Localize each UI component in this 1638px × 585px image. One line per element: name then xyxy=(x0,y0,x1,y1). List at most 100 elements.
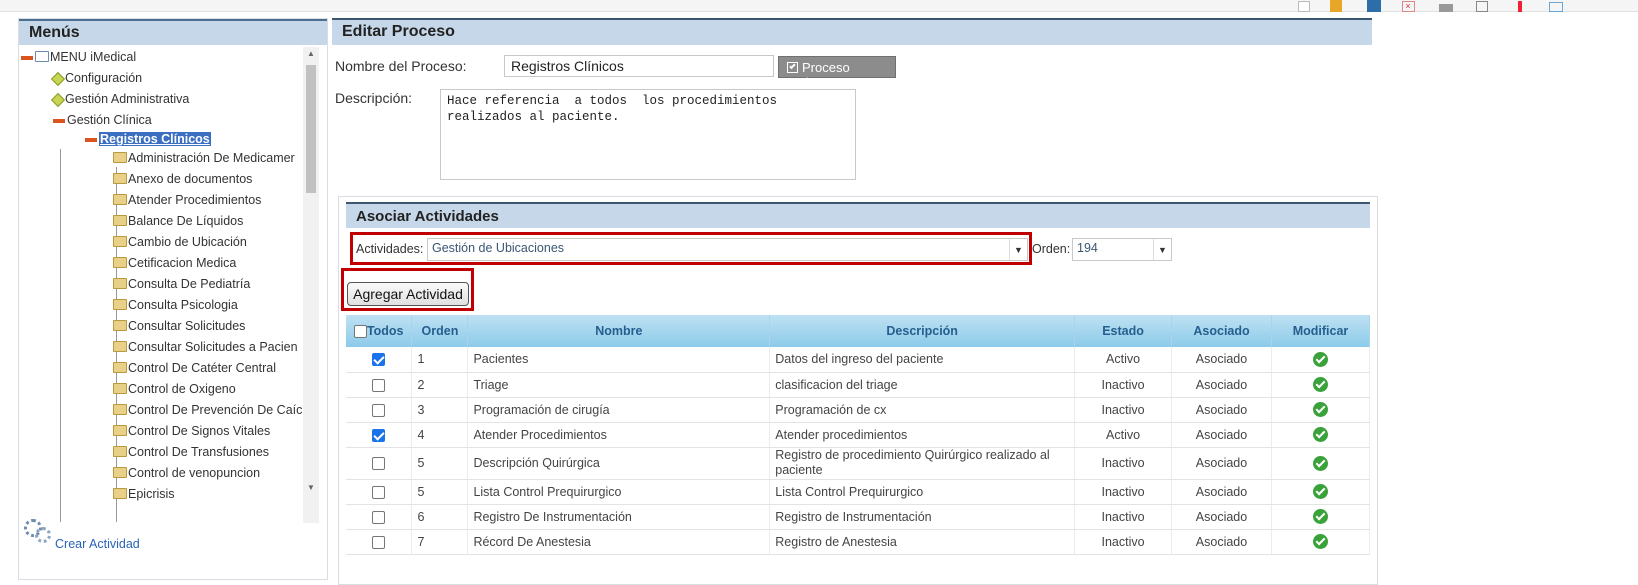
tree-child[interactable]: Consulta Psicologia xyxy=(113,295,238,315)
row-checkbox[interactable] xyxy=(372,510,386,524)
row-modify-cell[interactable] xyxy=(1271,422,1371,448)
row-modify-cell[interactable] xyxy=(1271,347,1371,373)
tree-child[interactable]: Anexo de documentos xyxy=(113,169,252,189)
row-select-cell[interactable] xyxy=(346,447,413,480)
gears-icon[interactable] xyxy=(21,517,55,551)
row-select-cell[interactable] xyxy=(346,529,413,555)
tree-item-gestion-clinica[interactable]: Gestión Clínica xyxy=(53,110,152,130)
row-checkbox[interactable] xyxy=(372,403,386,417)
row-checkbox[interactable] xyxy=(372,535,386,549)
tree-item-gestion-administrativa[interactable]: Gestión Administrativa xyxy=(50,89,189,109)
check-circle-icon[interactable] xyxy=(1312,402,1328,418)
header-description[interactable]: Descripción xyxy=(769,315,1076,347)
header-associated[interactable]: Asociado xyxy=(1171,315,1272,347)
scroll-down-icon[interactable]: ▼ xyxy=(307,483,315,492)
folder-icon xyxy=(113,299,127,311)
row-checkbox[interactable] xyxy=(372,457,386,471)
folder-icon xyxy=(113,383,127,395)
tree-child-label: Consulta Psicologia xyxy=(128,298,238,312)
tree-child[interactable]: Epicrisis xyxy=(113,484,175,504)
row-modify-cell[interactable] xyxy=(1271,479,1371,505)
description-textarea[interactable]: Hace referencia a todos los procedimient… xyxy=(440,89,856,180)
check-circle-icon[interactable] xyxy=(1312,351,1328,367)
dropdown-arrow-icon[interactable]: ▼ xyxy=(1009,239,1027,260)
alert-icon[interactable] xyxy=(1512,0,1528,12)
vertical-scrollbar[interactable]: ▲ ▼ xyxy=(303,47,319,523)
tree-child[interactable]: Control De Signos Vitales xyxy=(113,421,270,441)
process-name-input[interactable] xyxy=(504,55,774,77)
tree-child[interactable]: Control De Prevención De Caíc xyxy=(113,400,302,420)
check-circle-icon[interactable] xyxy=(1312,455,1328,471)
save-icon[interactable] xyxy=(1366,0,1382,12)
order-select[interactable]: 194 ▼ xyxy=(1072,238,1172,261)
bookmark-icon[interactable] xyxy=(1328,0,1344,12)
tree-child[interactable]: Balance De Líquidos xyxy=(113,211,243,231)
tree-root[interactable]: MENU iMedical xyxy=(21,47,136,67)
menu-tree: MENU iMedical Configuración Gestión Admi… xyxy=(19,47,304,522)
row-checkbox[interactable] xyxy=(372,353,386,367)
tree-item-configuracion[interactable]: Configuración xyxy=(50,68,142,88)
tree-child[interactable]: Consulta De Pediatría xyxy=(113,274,250,294)
scroll-up-icon[interactable]: ▲ xyxy=(307,49,315,58)
header-select-all[interactable]: Todos xyxy=(346,315,413,347)
tree-child[interactable]: Consultar Solicitudes a Pacien xyxy=(113,337,298,357)
tree-child[interactable]: Cetificacion Medica xyxy=(113,253,236,273)
row-description: Registro de Instrumentación xyxy=(769,504,1076,530)
row-select-cell[interactable] xyxy=(346,479,413,505)
create-activity-link[interactable]: Crear Actividad xyxy=(55,537,140,551)
vertical-scroll-thumb[interactable] xyxy=(306,65,316,193)
row-select-cell[interactable] xyxy=(346,372,413,398)
select-all-checkbox[interactable] xyxy=(353,325,367,339)
row-select-cell[interactable] xyxy=(346,422,413,448)
collapse-icon[interactable] xyxy=(53,118,65,123)
header-name[interactable]: Nombre xyxy=(467,315,771,347)
collapse-icon[interactable] xyxy=(21,55,33,60)
activities-label: Actividades: xyxy=(356,242,424,256)
check-circle-icon[interactable] xyxy=(1312,427,1328,443)
row-checkbox[interactable] xyxy=(372,485,386,499)
tree-child-label: Consultar Solicitudes xyxy=(128,319,246,333)
header-state[interactable]: Estado xyxy=(1074,315,1173,347)
print-icon[interactable] xyxy=(1438,0,1454,12)
tree-child[interactable]: Control de Oxigeno xyxy=(113,379,236,399)
row-modify-cell[interactable] xyxy=(1271,447,1371,480)
row-checkbox[interactable] xyxy=(372,378,386,392)
tree-child[interactable]: Control de venopuncion xyxy=(113,463,260,483)
delete-icon[interactable]: × xyxy=(1400,0,1416,12)
check-circle-icon[interactable] xyxy=(1312,534,1328,550)
dropdown-arrow-icon[interactable]: ▼ xyxy=(1153,239,1171,260)
check-circle-icon[interactable] xyxy=(1312,377,1328,393)
collapse-icon[interactable] xyxy=(85,137,97,142)
row-modify-cell[interactable] xyxy=(1271,504,1371,530)
order-label: Orden: xyxy=(1032,242,1071,256)
row-modify-cell[interactable] xyxy=(1271,529,1371,555)
activities-select[interactable]: Gestión de Ubicaciones ▼ xyxy=(427,238,1028,261)
process-active-toggle[interactable]: Proceso Activo xyxy=(778,56,896,90)
process-name-label: Nombre del Proceso: xyxy=(335,58,467,74)
row-checkbox[interactable] xyxy=(372,428,386,442)
tree-child[interactable]: Control De Transfusiones xyxy=(113,442,269,462)
tree-child-label: Control De Transfusiones xyxy=(128,445,270,459)
tree-child[interactable]: Consultar Solicitudes xyxy=(113,316,245,336)
search-icon[interactable] xyxy=(1474,0,1490,12)
tree-child[interactable]: Administración De Medicamer xyxy=(113,148,295,168)
check-circle-icon[interactable] xyxy=(1312,484,1328,500)
tree-child[interactable]: Atender Procedimientos xyxy=(113,190,261,210)
header-modify[interactable]: Modificar xyxy=(1271,315,1371,347)
check-circle-icon[interactable] xyxy=(1312,509,1328,525)
row-order: 3 xyxy=(411,397,469,423)
add-activity-button[interactable]: Agregar Actividad xyxy=(347,282,469,306)
row-select-cell[interactable] xyxy=(346,397,413,423)
row-select-cell[interactable] xyxy=(346,347,413,373)
new-document-icon[interactable] xyxy=(1296,0,1312,12)
tree-child[interactable]: Cambio de Ubicación xyxy=(113,232,247,252)
row-select-cell[interactable] xyxy=(346,504,413,530)
header-order[interactable]: Orden xyxy=(411,315,469,347)
chat-icon[interactable] xyxy=(1548,0,1564,12)
row-modify-cell[interactable] xyxy=(1271,397,1371,423)
row-modify-cell[interactable] xyxy=(1271,372,1371,398)
row-associated: Asociado xyxy=(1171,397,1272,423)
tree-item-registros-clinicos[interactable]: Registros Clínicos xyxy=(85,129,211,149)
row-description: Registro de Anestesia xyxy=(769,529,1076,555)
tree-child[interactable]: Control De Catéter Central xyxy=(113,358,276,378)
